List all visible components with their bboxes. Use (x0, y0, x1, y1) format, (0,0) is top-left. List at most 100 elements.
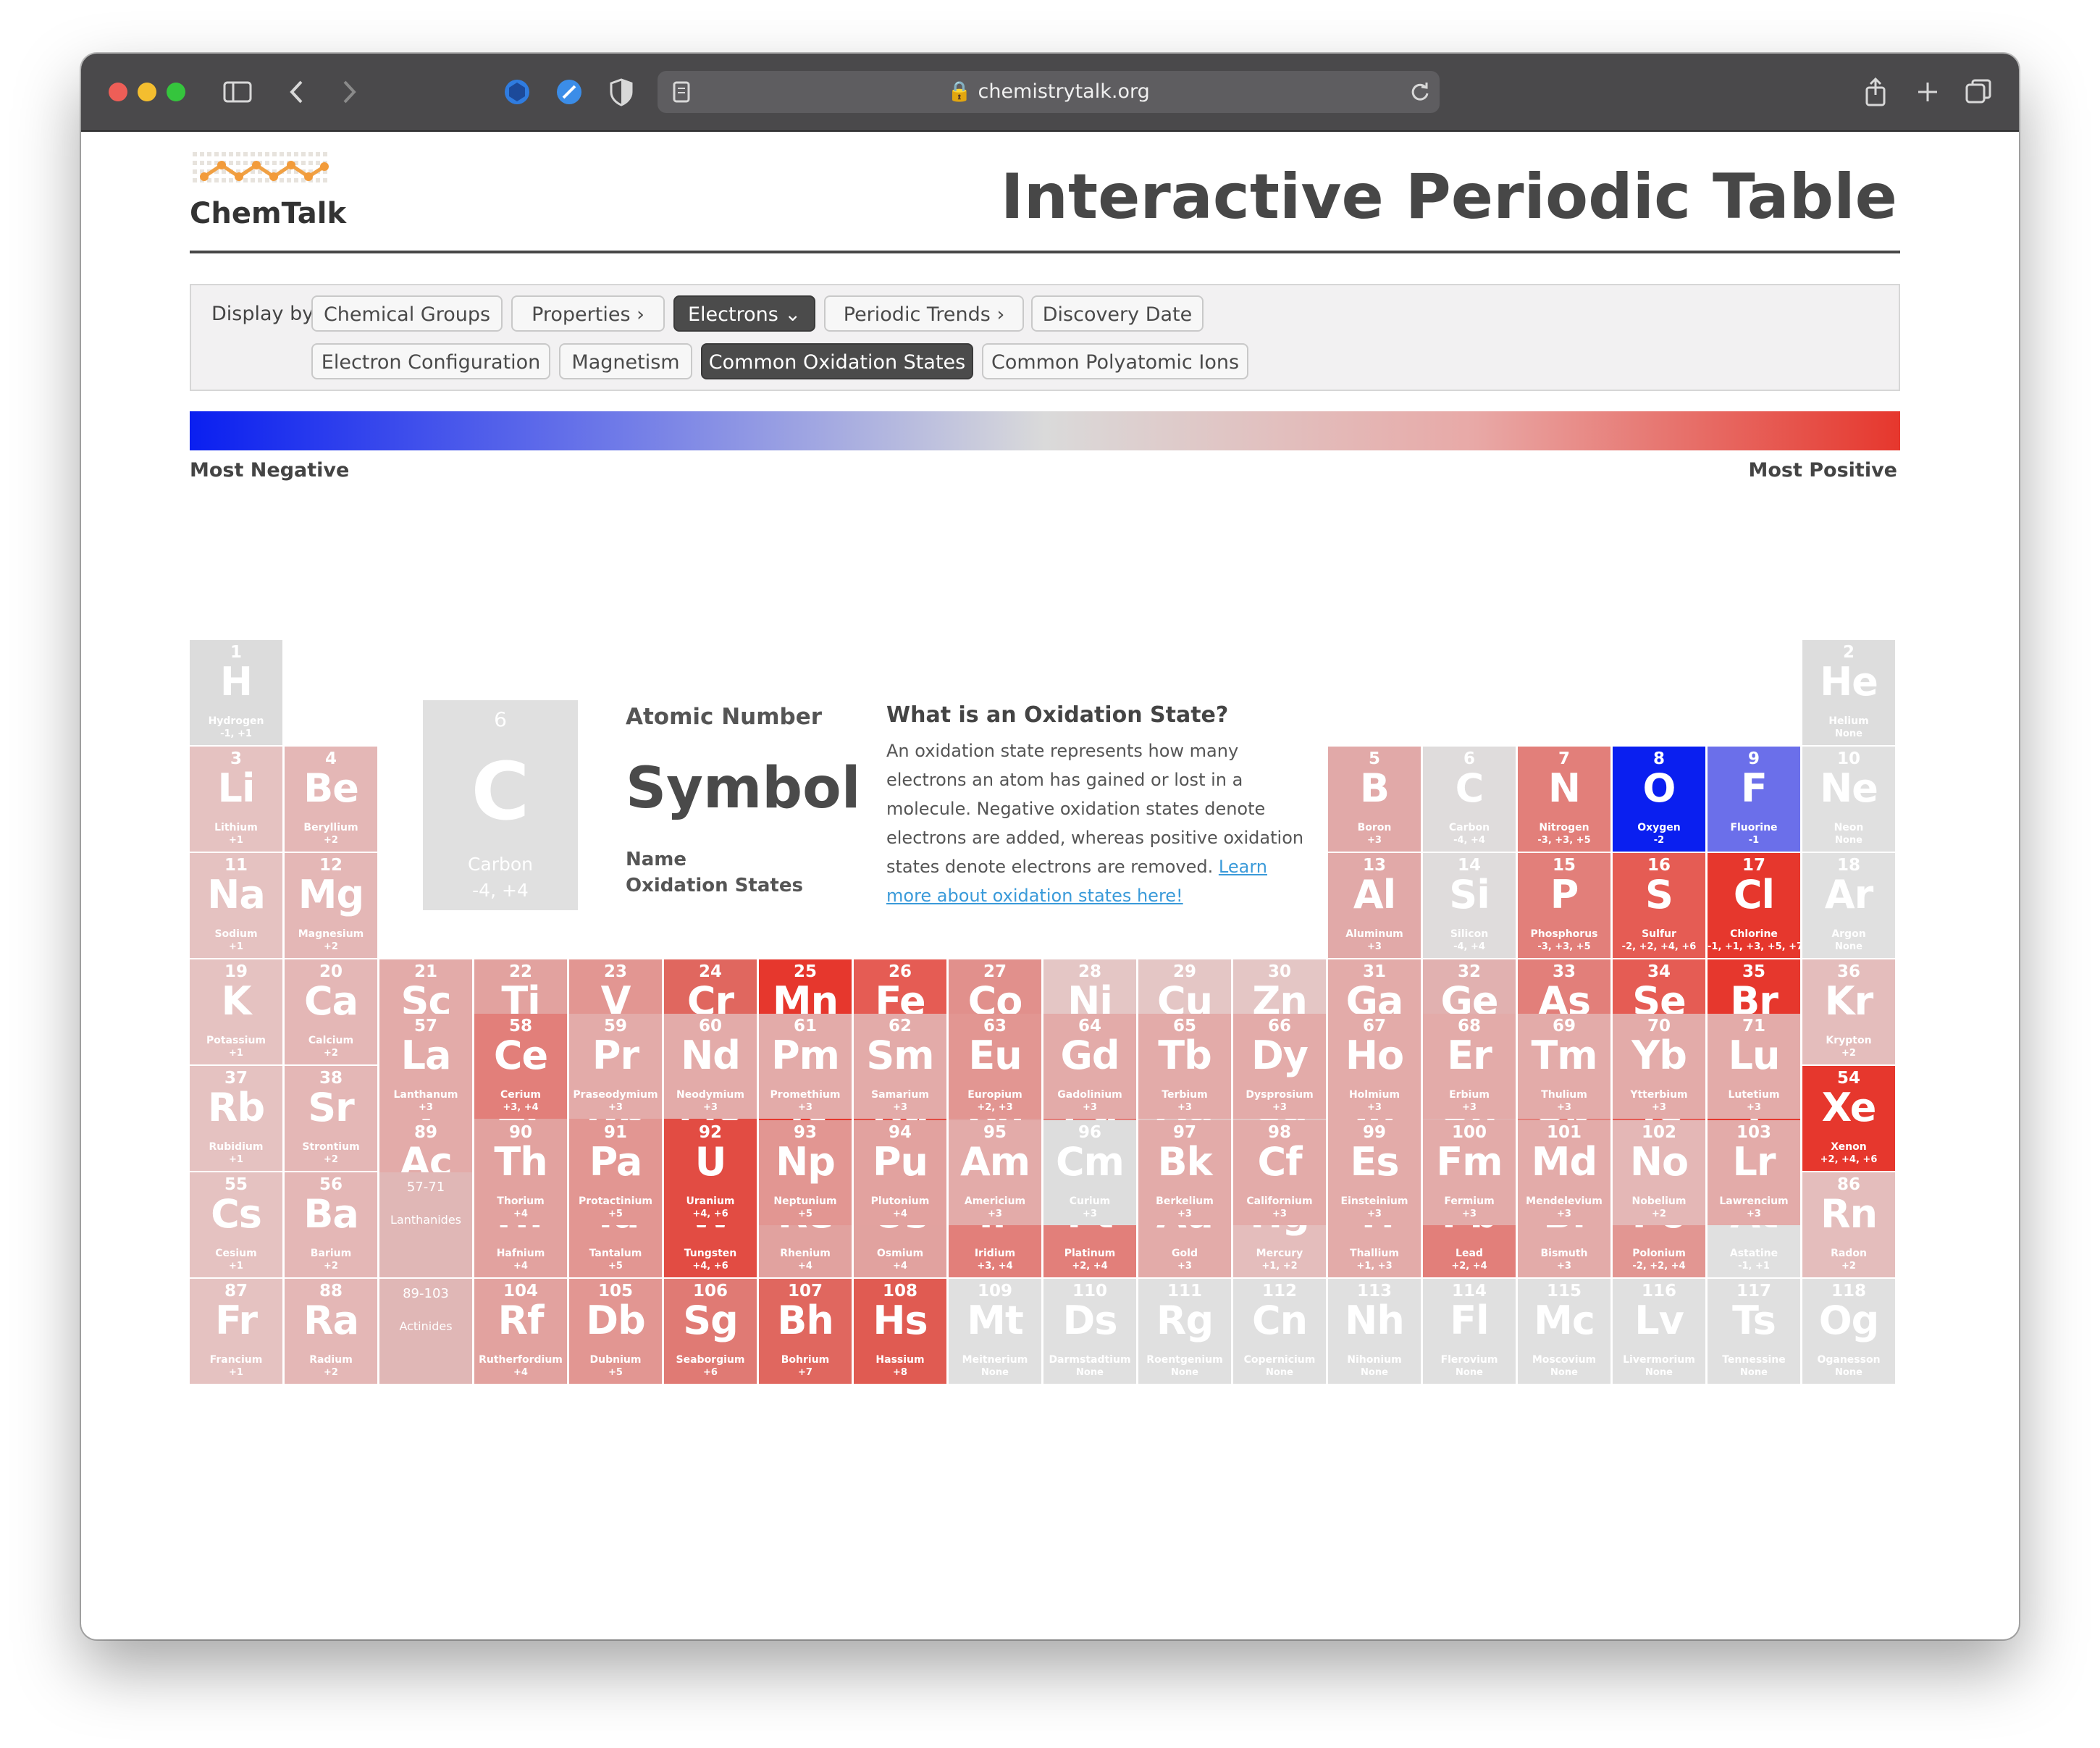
element-fm[interactable]: 100 Fm Fermium +3 (1423, 1120, 1516, 1225)
element-ne[interactable]: 10 Ne Neon None (1802, 747, 1895, 852)
element-th[interactable]: 90 Th Thorium +4 (474, 1120, 567, 1225)
element-bh[interactable]: 107 Bh Bohrium +7 (759, 1279, 852, 1384)
element-u[interactable]: 92 U Uranium +4, +6 (664, 1120, 757, 1225)
element-s[interactable]: 16 S Sulfur -2, +2, +4, +6 (1613, 853, 1705, 958)
tab-overview-icon[interactable] (1962, 75, 1994, 109)
element-b[interactable]: 5 B Boron +3 (1328, 747, 1421, 852)
element-dy[interactable]: 66 Dy Dysprosium +3 (1233, 1014, 1326, 1119)
element-cn[interactable]: 112 Cn Copernicium None (1233, 1279, 1326, 1384)
element-mc[interactable]: 115 Mc Moscovium None (1518, 1279, 1610, 1384)
element-sg[interactable]: 106 Sg Seaborgium +6 (664, 1279, 757, 1384)
element-tb[interactable]: 65 Tb Terbium +3 (1138, 1014, 1231, 1119)
back-icon[interactable] (282, 75, 311, 109)
element-mg[interactable]: 12 Mg Magnesium +2 (285, 853, 377, 958)
element-pm[interactable]: 61 Pm Promethium +3 (759, 1014, 852, 1119)
element-ds[interactable]: 110 Ds Darmstadtium None (1043, 1279, 1136, 1384)
element-nh[interactable]: 113 Nh Nihonium None (1328, 1279, 1421, 1384)
element-er[interactable]: 68 Er Erbium +3 (1423, 1014, 1516, 1119)
element-sm[interactable]: 62 Sm Samarium +3 (854, 1014, 946, 1119)
extension-blue-icon[interactable] (501, 75, 533, 109)
element-sr[interactable]: 38 Sr Strontium +2 (285, 1066, 377, 1171)
element-h[interactable]: 1 H Hydrogen -1, +1 (190, 640, 282, 745)
element-np[interactable]: 93 Np Neptunium +5 (759, 1120, 852, 1225)
element-cs[interactable]: 55 Cs Cesium +1 (190, 1172, 282, 1277)
element-og[interactable]: 118 Og Oganesson None (1802, 1279, 1895, 1384)
element-ce[interactable]: 58 Ce Cerium +3, +4 (474, 1014, 567, 1119)
element-md[interactable]: 101 Md Mendelevium +3 (1518, 1120, 1610, 1225)
discovery-date-button[interactable]: Discovery Date (1031, 295, 1204, 332)
element-la[interactable]: 57 La Lanthanum +3 (379, 1014, 472, 1119)
element-rf[interactable]: 104 Rf Rutherfordium +4 (474, 1279, 567, 1384)
element-eu[interactable]: 63 Eu Europium +2, +3 (949, 1014, 1041, 1119)
element-ho[interactable]: 67 Ho Holmium +3 (1328, 1014, 1421, 1119)
sidebar-icon[interactable] (222, 75, 253, 109)
element-k[interactable]: 19 K Potassium +1 (190, 959, 282, 1064)
element-kr[interactable]: 36 Kr Krypton +2 (1802, 959, 1895, 1064)
element-rg[interactable]: 111 Rg Roentgenium None (1138, 1279, 1231, 1384)
element-ca[interactable]: 20 Ca Calcium +2 (285, 959, 377, 1064)
periodic-trends-button[interactable]: Periodic Trends › (824, 295, 1024, 332)
element-lr[interactable]: 103 Lr Lawrencium +3 (1708, 1120, 1800, 1225)
element-nd[interactable]: 60 Nd Neodymium +3 (664, 1014, 757, 1119)
electron-configuration-button[interactable]: Electron Configuration (311, 343, 550, 379)
element-n[interactable]: 7 N Nitrogen -3, +3, +5 (1518, 747, 1610, 852)
chemical-groups-button[interactable]: Chemical Groups (311, 295, 503, 332)
electrons-button[interactable]: Electrons ⌄ (673, 295, 815, 332)
element-cl[interactable]: 17 Cl Chlorine -1, +1, +3, +5, +7 (1708, 853, 1800, 958)
element-he[interactable]: 2 He Helium None (1802, 640, 1895, 745)
forward-icon[interactable] (335, 75, 364, 109)
common-oxidation-states-button[interactable]: Common Oxidation States (701, 343, 973, 379)
element-mt[interactable]: 109 Mt Meitnerium None (949, 1279, 1041, 1384)
common-polyatomic-ions-button[interactable]: Common Polyatomic Ions (982, 343, 1248, 379)
lanthanides-placeholder[interactable]: 57-71 Lanthanides (379, 1172, 472, 1277)
magnetism-button[interactable]: Magnetism (559, 343, 692, 379)
element-li[interactable]: 3 Li Lithium +1 (190, 747, 282, 852)
element-p[interactable]: 15 P Phosphorus -3, +3, +5 (1518, 853, 1610, 958)
element-db[interactable]: 105 Db Dubnium +5 (569, 1279, 662, 1384)
element-fr[interactable]: 87 Fr Francium +1 (190, 1279, 282, 1384)
element-f[interactable]: 9 F Fluorine -1 (1708, 747, 1800, 852)
element-pr[interactable]: 59 Pr Praseodymium +3 (569, 1014, 662, 1119)
element-pu[interactable]: 94 Pu Plutonium +4 (854, 1120, 946, 1225)
element-fl[interactable]: 114 Fl Flerovium None (1423, 1279, 1516, 1384)
element-rn[interactable]: 86 Rn Radon +2 (1802, 1172, 1895, 1277)
element-bk[interactable]: 97 Bk Berkelium +3 (1138, 1120, 1231, 1225)
logo-text[interactable]: ChemTalk (190, 197, 346, 230)
element-pa[interactable]: 91 Pa Protactinium +5 (569, 1120, 662, 1225)
shield-icon[interactable] (605, 75, 637, 109)
element-am[interactable]: 95 Am Americium +3 (949, 1120, 1041, 1225)
element-ar[interactable]: 18 Ar Argon None (1802, 853, 1895, 958)
zoom-window-button[interactable] (167, 83, 185, 101)
element-ba[interactable]: 56 Ba Barium +2 (285, 1172, 377, 1277)
element-tm[interactable]: 69 Tm Thulium +3 (1518, 1014, 1610, 1119)
element-rb[interactable]: 37 Rb Rubidium +1 (190, 1066, 282, 1171)
extension-compass-icon[interactable] (553, 75, 585, 109)
element-ra[interactable]: 88 Ra Radium +2 (285, 1279, 377, 1384)
element-cf[interactable]: 98 Cf Californium +3 (1233, 1120, 1326, 1225)
actinides-placeholder[interactable]: 89-103 Actinides (379, 1279, 472, 1384)
element-no[interactable]: 102 No Nobelium +2 (1613, 1120, 1705, 1225)
element-be[interactable]: 4 Be Beryllium +2 (285, 747, 377, 852)
element-na[interactable]: 11 Na Sodium +1 (190, 853, 282, 958)
properties-button[interactable]: Properties › (511, 295, 665, 332)
element-es[interactable]: 99 Es Einsteinium +3 (1328, 1120, 1421, 1225)
close-window-button[interactable] (109, 83, 127, 101)
element-hs[interactable]: 108 Hs Hassium +8 (854, 1279, 946, 1384)
element-c[interactable]: 6 C Carbon -4, +4 (1423, 747, 1516, 852)
address-bar[interactable]: 🔒 chemistrytalk.org (658, 71, 1440, 113)
minimize-window-button[interactable] (138, 83, 156, 101)
reload-icon[interactable] (1408, 75, 1432, 109)
element-si[interactable]: 14 Si Silicon -4, +4 (1423, 853, 1516, 958)
element-gd[interactable]: 64 Gd Gadolinium +3 (1043, 1014, 1136, 1119)
element-xe[interactable]: 54 Xe Xenon +2, +4, +6 (1802, 1066, 1895, 1171)
element-ts[interactable]: 117 Ts Tennessine None (1708, 1279, 1800, 1384)
share-icon[interactable] (1860, 75, 1891, 109)
new-tab-icon[interactable] (1912, 75, 1944, 109)
element-lv[interactable]: 116 Lv Livermorium None (1613, 1279, 1705, 1384)
url-text[interactable]: 🔒 chemistrytalk.org (658, 71, 1440, 113)
element-yb[interactable]: 70 Yb Ytterbium +3 (1613, 1014, 1705, 1119)
element-o[interactable]: 8 O Oxygen -2 (1613, 747, 1705, 852)
element-al[interactable]: 13 Al Aluminum +3 (1328, 853, 1421, 958)
element-cm[interactable]: 96 Cm Curium +3 (1043, 1120, 1136, 1225)
element-lu[interactable]: 71 Lu Lutetium +3 (1708, 1014, 1800, 1119)
